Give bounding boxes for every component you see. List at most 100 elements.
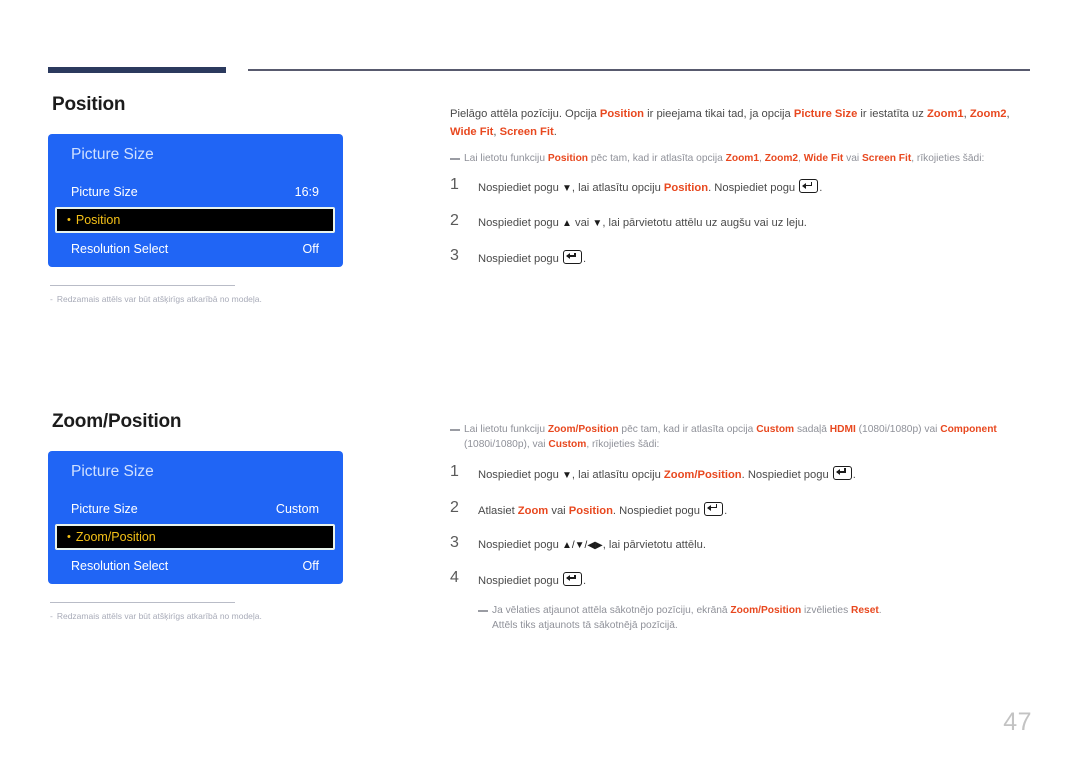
osd-row-picture-size[interactable]: Picture Size Custom [48, 495, 343, 522]
step-emphasis: Zoom [517, 504, 549, 517]
step-number: 4 [450, 569, 459, 587]
step-text: Nospiediet pogu . [478, 247, 586, 268]
enter-key-icon [562, 249, 582, 264]
note-emphasis: Position [547, 153, 589, 165]
note-paragraph: Lai lietotu funkciju Position pēc tam, k… [450, 151, 1035, 166]
osd-row-label: Picture Size [71, 501, 138, 516]
step-text-part: , lai atlasītu opciju [571, 468, 664, 481]
note-text: vai [843, 153, 862, 165]
intro-emphasis: Position [599, 108, 645, 121]
step-text-part: . [724, 504, 728, 517]
osd-row-value: Off [302, 241, 319, 256]
section-position-left-column: Position Picture Size Picture Size 16:9 … [48, 94, 428, 304]
osd-row-label: Position [75, 213, 121, 228]
intro-text: . [553, 125, 557, 138]
step-text-part: . Nospiediet pogu [708, 182, 799, 195]
step-item: 4 Nospiediet pogu . [450, 569, 1035, 590]
footnote-rule [50, 601, 235, 603]
note-text: sadaļā [794, 424, 830, 436]
note-emphasis: Custom [548, 439, 587, 451]
step-text-part: Nospiediet pogu [478, 217, 562, 230]
footnote-dash: - [50, 610, 53, 621]
note-emphasis: HDMI [829, 424, 856, 436]
note-text: , rīkojieties šādi: [911, 153, 985, 165]
step-text-part: , lai pārvietotu attēlu. [602, 539, 706, 552]
step-item: 1 Nospiediet pogu ▼, lai atlasītu opciju… [450, 463, 1035, 484]
footnote-text: Redzamais attēls var būt atšķirīgs atkar… [56, 610, 262, 621]
note-text: , rīkojieties šādi: [586, 439, 660, 451]
page-title: Zoom/Position [52, 411, 182, 432]
subnote-text: . [878, 604, 882, 616]
osd-panel-picture-size: Picture Size Picture Size Custom • Zoom/… [48, 450, 343, 584]
footnote-dash: - [50, 293, 53, 304]
step-text-part: . [582, 252, 587, 265]
osd-row-resolution-select[interactable]: Resolution Select Off [48, 235, 343, 262]
step-number: 2 [450, 498, 459, 516]
note-emphasis: Custom [756, 424, 795, 436]
subnote-paragraph: Ja vēlaties atjaunot attēla sākotnējo po… [478, 603, 1035, 634]
step-text: Atlasiet Zoom vai Position. Nospiediet p… [478, 499, 727, 520]
osd-row-position-selected[interactable]: • Position [55, 207, 335, 234]
step-text-part: vai [571, 217, 593, 230]
footnote-text: Redzamais attēls var būt atšķirīgs atkar… [56, 293, 262, 304]
section-zoom-position-right-column: Lai lietotu funkciju Zoom/Position pēc t… [450, 412, 1035, 644]
step-item: 2 Nospiediet pogu ▲ vai ▼, lai pārvietot… [450, 212, 1035, 232]
subnote-text: Ja vēlaties atjaunot attēla sākotnējo po… [492, 604, 731, 616]
osd-row-value: Off [302, 558, 319, 573]
subnote-emphasis: Reset [851, 604, 879, 616]
enter-key-icon [799, 179, 819, 194]
note-emphasis: Component [940, 424, 997, 436]
intro-text: ir pieejama tikai tad, ja opcija [644, 108, 794, 121]
step-text-part: . Nospiediet pogu [741, 468, 832, 481]
arrow-directions-icon: ▲/▼/◀▶ [561, 540, 603, 552]
note-paragraph: Lai lietotu funkciju Zoom/Position pēc t… [450, 422, 1035, 453]
arrow-down-icon: ▼ [561, 183, 572, 195]
section-position-right-column: Pielāgo attēla pozīciju. Opcija Position… [450, 95, 1035, 283]
step-item: 3 Nospiediet pogu ▲/▼/◀▶, lai pārvietotu… [450, 534, 1035, 554]
step-item: 1 Nospiediet pogu ▼, lai atlasītu opciju… [450, 176, 1035, 197]
intro-text: , [1006, 108, 1010, 121]
osd-row-picture-size[interactable]: Picture Size 16:9 [48, 178, 343, 205]
step-text: Nospiediet pogu ▼, lai atlasītu opciju P… [478, 176, 822, 197]
steps-list: 1 Nospiediet pogu ▼, lai atlasītu opciju… [450, 463, 1035, 590]
arrow-down-icon: ▼ [561, 469, 572, 481]
note-text: (1080i/1080p) vai [855, 424, 941, 436]
osd-panel-title: Picture Size [71, 462, 154, 480]
step-number: 1 [450, 462, 459, 480]
note-emphasis: Zoom1 [725, 153, 760, 165]
note-text: Lai lietotu funkciju [464, 424, 548, 436]
header-rule-thin [248, 69, 1030, 71]
note-text: (1080i/1080p), vai [464, 439, 549, 451]
bullet-icon: • [67, 213, 71, 226]
step-number: 3 [450, 246, 459, 264]
step-text-part: Nospiediet pogu [478, 468, 562, 481]
step-text-part: Nospiediet pogu [478, 182, 562, 195]
osd-row-zoom-position-selected[interactable]: • Zoom/Position [55, 524, 335, 551]
osd-row-label: Picture Size [71, 184, 138, 199]
step-text: Nospiediet pogu . [478, 569, 586, 590]
osd-panel-title: Picture Size [71, 145, 154, 163]
note-emphasis: Screen Fit [862, 153, 912, 165]
osd-panel-picture-size: Picture Size Picture Size 16:9 • Positio… [48, 133, 343, 267]
step-text-part: . [582, 575, 587, 588]
arrow-down-icon: ▼ [592, 218, 603, 230]
intro-emphasis: Picture Size [793, 108, 858, 121]
step-text-part: Atlasiet [478, 504, 518, 517]
note-text: pēc tam, kad ir atlasīta opcija [588, 153, 726, 165]
note-emphasis: Wide Fit [803, 153, 844, 165]
step-text-part: . [819, 182, 823, 195]
header-rule-thick [48, 67, 226, 73]
osd-row-value: Custom [275, 501, 319, 516]
footnote-rule [50, 284, 235, 286]
enter-key-icon [562, 572, 582, 587]
intro-emphasis: Zoom2 [969, 108, 1007, 121]
subnote-line-two: Attēls tiks atjaunots tā sākotnējā pozīc… [492, 620, 678, 632]
step-text: Nospiediet pogu ▲/▼/◀▶, lai pārvietotu a… [478, 534, 706, 554]
enter-key-icon [704, 501, 724, 516]
step-item: 2 Atlasiet Zoom vai Position. Nospiediet… [450, 499, 1035, 520]
step-text-part: Nospiediet pogu [478, 252, 562, 265]
osd-row-resolution-select[interactable]: Resolution Select Off [48, 552, 343, 579]
step-text: Nospiediet pogu ▼, lai atlasītu opciju Z… [478, 463, 856, 484]
step-text-part: Nospiediet pogu [478, 575, 562, 588]
subnote-text: izvēlieties [801, 604, 851, 616]
